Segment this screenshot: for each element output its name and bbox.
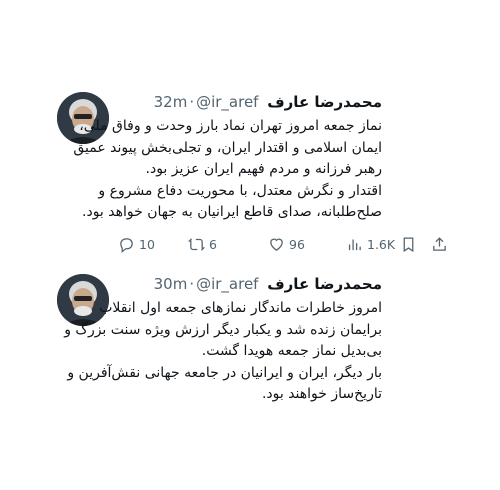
tweet-header: محمدرضا عارف @ir_aref·30m [154,274,382,294]
text-line: برایمان زنده شد و یکبار دیگر ارزش ویژه س… [64,321,382,338]
tweet[interactable]: محمدرضا عارف @ir_aref·30m امروز خاطرات م… [0,270,500,420]
heart-icon [270,238,283,251]
tweet-text: امروز خاطرات ماندگار نمازهای جمعه اول ان… [42,298,382,406]
like-button[interactable]: 96 [268,234,305,254]
views-button[interactable]: 1.6K [346,234,395,254]
text-line: اقتدار و نگرش معتدل، با محوریت دفاع مشرو… [98,182,382,199]
author-name[interactable]: محمدرضا عارف [267,93,382,111]
repost-icon [188,237,205,251]
share-button[interactable] [431,234,448,254]
repost-count: 6 [209,236,217,252]
views-icon [348,239,361,250]
views-count: 1.6K [367,236,396,252]
text-line: تاریخ‌ساز خواهند بود. [261,386,382,402]
timestamp[interactable]: 30m [154,275,188,293]
reply-count: 10 [139,236,155,252]
tweet-text: نماز جمعه امروز تهران نماد بارز وحدت و و… [42,116,382,224]
text-line: بی‌بدیل نماز جمعه هویدا گشت. [201,343,382,359]
timestamp[interactable]: 32m [154,93,188,111]
text-line: ایمان اسلامی و اقتدار ایران، و تجلی‌بخش … [73,139,382,156]
reply-icon [120,237,133,253]
tweet-header: محمدرضا عارف @ir_aref·32m [154,92,382,112]
tweet[interactable]: محمدرضا عارف @ir_aref·32m نماز جمعه امرو… [0,88,500,258]
action-bar: 10 6 96 1.6K [118,234,448,254]
separator: · [189,275,195,293]
like-count: 96 [289,236,305,252]
text-line: نماز جمعه امروز تهران نماد بارز وحدت و و… [79,118,382,134]
share-icon [433,236,446,251]
author-name[interactable]: محمدرضا عارف [267,275,382,293]
repost-button[interactable]: 6 [188,234,217,254]
reply-button[interactable]: 10 [118,234,155,254]
text-line: صلح‌طلبانه، صدای قاطع ایرانیان به جهان خ… [82,204,382,220]
text-line: رهبر فرزانه و مردم فهیم ایران عزیز بود. [145,161,382,177]
bookmark-button[interactable] [400,234,417,254]
author-handle[interactable]: @ir_aref [196,93,258,111]
bookmark-icon [403,236,414,252]
author-handle[interactable]: @ir_aref [196,275,258,293]
text-line: بار دیگر، ایران و ایرانیان در جامعه جهان… [67,364,382,381]
text-line: امروز خاطرات ماندگار نمازهای جمعه اول ان… [99,300,382,316]
separator: · [189,93,195,111]
